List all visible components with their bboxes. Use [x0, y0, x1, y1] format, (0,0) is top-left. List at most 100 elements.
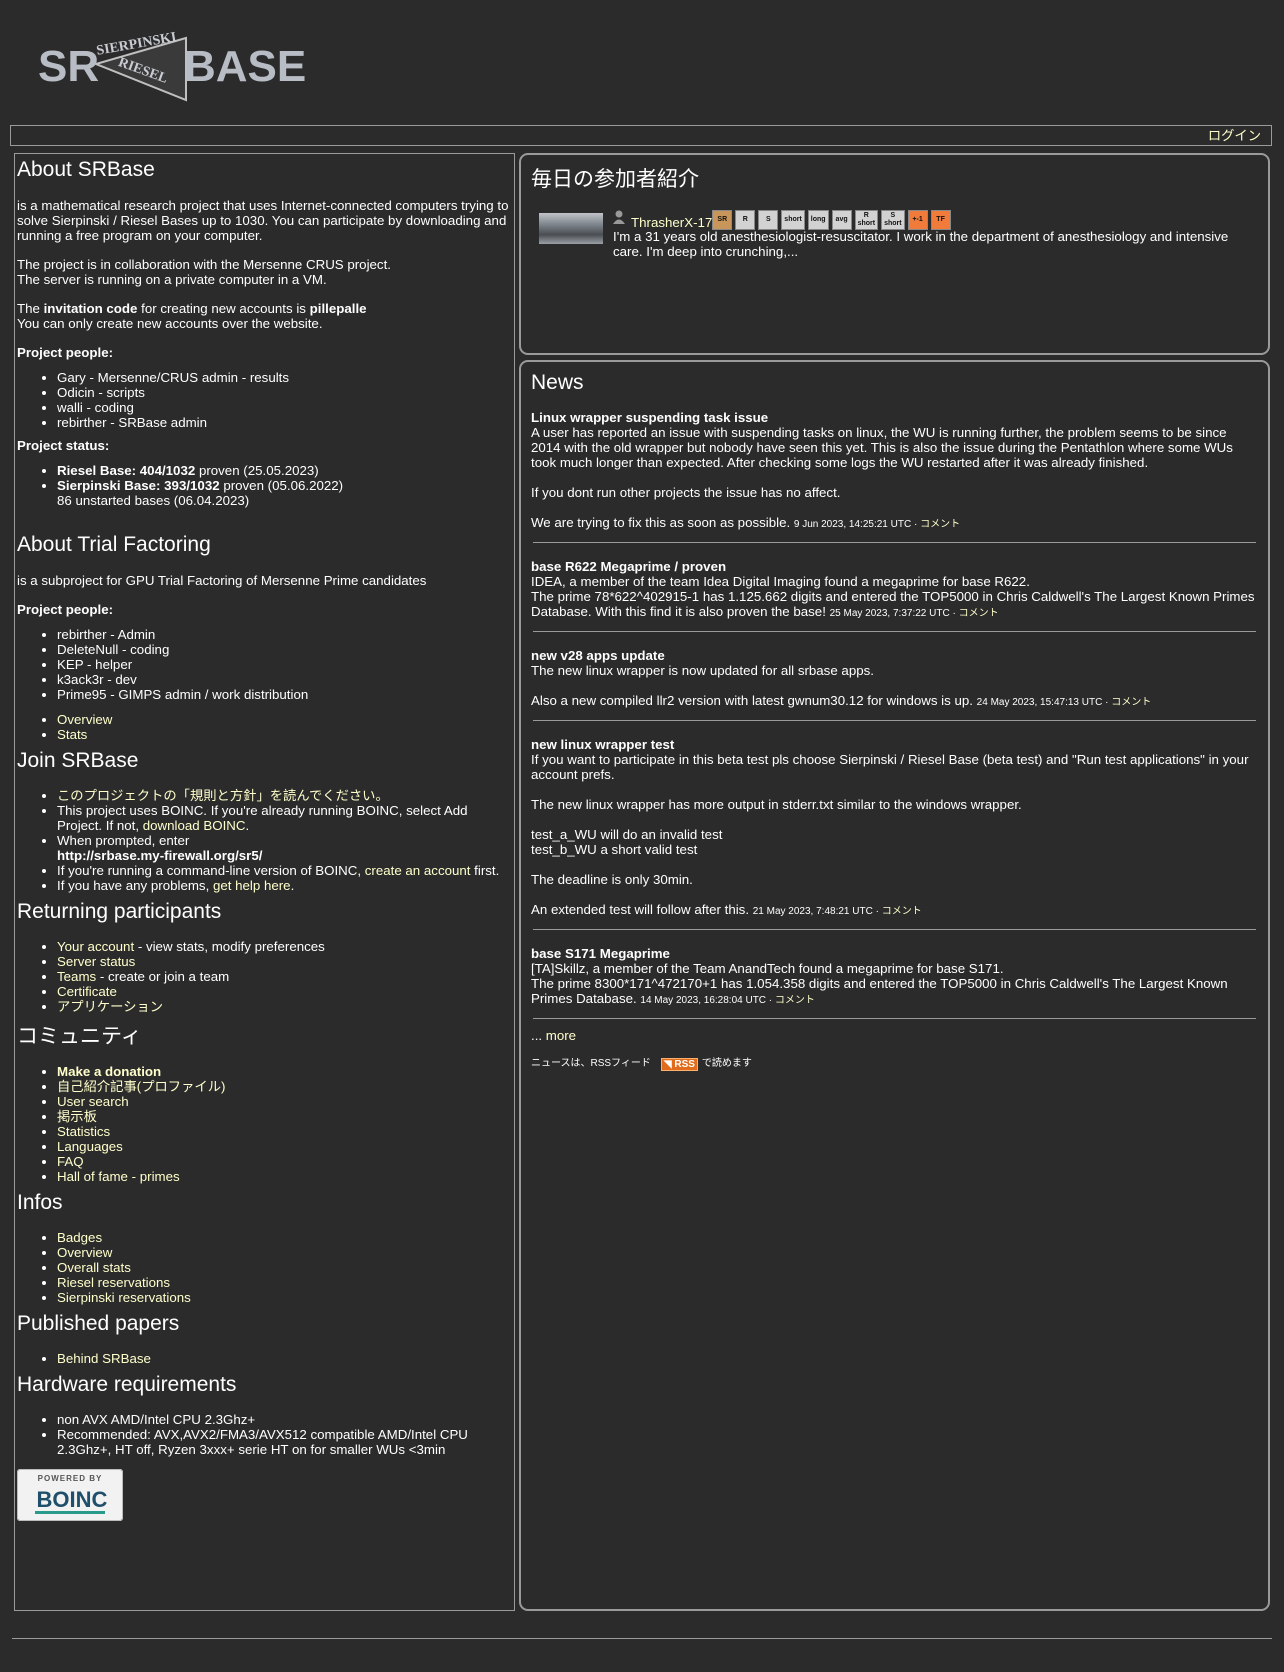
- list-item: Overview: [57, 712, 511, 727]
- participant-photo[interactable]: [539, 213, 603, 244]
- applications-link[interactable]: アプリケーション: [57, 999, 163, 1014]
- list-item: 自己紹介記事(プロファイル): [57, 1079, 511, 1094]
- powered-by-boinc-badge[interactable]: POWERED BY BOINC: [17, 1469, 123, 1521]
- list-item: User search: [57, 1094, 511, 1109]
- badge-long[interactable]: long: [807, 210, 829, 230]
- news-paragraph: An extended test will follow after this.…: [531, 902, 922, 917]
- news-item: new v28 apps update The new linux wrappe…: [531, 648, 1256, 710]
- rss-line: ニュースは、RSSフィード ◥ RSS で読めます: [531, 1056, 1256, 1071]
- badge-avg[interactable]: avg: [831, 210, 852, 230]
- more-news-link[interactable]: more: [546, 1028, 576, 1043]
- statistics-link[interactable]: Statistics: [57, 1124, 110, 1139]
- list-item: non AVX AMD/Intel CPU 2.3Ghz+: [57, 1412, 511, 1427]
- news-item: base R622 Megaprime / proven IDEA, a mem…: [531, 559, 1256, 621]
- badge-plus-minus-1[interactable]: +-1: [907, 210, 928, 230]
- rss-icon[interactable]: ◥ RSS: [660, 1058, 698, 1071]
- donation-link[interactable]: Make a donation: [57, 1064, 161, 1079]
- list-item: Hall of fame - primes: [57, 1169, 511, 1184]
- languages-link[interactable]: Languages: [57, 1139, 123, 1154]
- list-item: Make a donation: [57, 1064, 511, 1079]
- hall-of-fame-link[interactable]: Hall of fame - primes: [57, 1169, 180, 1184]
- badge-tf[interactable]: TF: [930, 210, 951, 230]
- daily-title: 毎日の参加者紹介: [531, 168, 699, 191]
- news-paragraph: A user has reported an issue with suspen…: [531, 425, 1233, 470]
- daily-participant-panel: 毎日の参加者紹介 ThrasherX-17 SR R S short long …: [519, 153, 1270, 355]
- trial-intro: is a subproject for GPU Trial Factoring …: [17, 573, 427, 588]
- news-item: base S171 Megaprime [TA]Skillz, a member…: [531, 946, 1256, 1008]
- list-item: Riesel Base: 404/1032 proven (25.05.2023…: [57, 463, 511, 478]
- news-paragraph: The new linux wrapper is now updated for…: [531, 663, 874, 678]
- infos-overview-link[interactable]: Overview: [57, 1245, 112, 1260]
- list-item: k3ack3r - dev: [57, 672, 511, 687]
- invitation-info: The invitation code for creating new acc…: [17, 301, 367, 331]
- list-item: DeleteNull - coding: [57, 642, 511, 657]
- list-item: KEP - helper: [57, 657, 511, 672]
- badge-r-short[interactable]: Rshort: [854, 210, 879, 230]
- certificate-link[interactable]: Certificate: [57, 984, 117, 999]
- returning-list: Your account - view stats, modify prefer…: [17, 939, 511, 1014]
- your-account-link[interactable]: Your account: [57, 939, 134, 954]
- riesel-reservations-link[interactable]: Riesel reservations: [57, 1275, 170, 1290]
- badge-r[interactable]: R: [735, 210, 756, 230]
- divider: [533, 542, 1256, 543]
- infos-list: Badges Overview Overall stats Riesel res…: [17, 1230, 511, 1305]
- left-column: About SRBase is a mathematical research …: [14, 153, 515, 1611]
- logo-base: BASE: [184, 42, 306, 91]
- trial-people-heading: Project people:: [17, 602, 114, 617]
- news-item: new linux wrapper test If you want to pa…: [531, 737, 1256, 919]
- news-paragraph: If you dont run other projects the issue…: [531, 485, 841, 500]
- news-item-title: new linux wrapper test: [531, 737, 675, 752]
- trial-people-list: rebirther - Admin DeleteNull - coding KE…: [17, 627, 511, 702]
- list-item: Languages: [57, 1139, 511, 1154]
- news-paragraph: test_a_WU will do an invalid test test_b…: [531, 827, 723, 857]
- more-news: ... more: [531, 1028, 577, 1043]
- badge-short[interactable]: short: [781, 210, 805, 230]
- join-list: このプロジェクトの「規則と方針」を読んでください。 This project u…: [17, 788, 511, 893]
- overview-link[interactable]: Overview: [57, 712, 112, 727]
- participant-name-link[interactable]: ThrasherX-17: [631, 215, 712, 230]
- behind-srbase-link[interactable]: Behind SRBase: [57, 1351, 151, 1366]
- teams-link[interactable]: Teams: [57, 969, 96, 984]
- rules-link[interactable]: このプロジェクトの「規則と方針」を読んでください。: [57, 788, 389, 803]
- comment-link[interactable]: コメント: [882, 906, 922, 917]
- forum-link[interactable]: 掲示板: [57, 1109, 97, 1124]
- about-collab: The project is in collaboration with the…: [17, 257, 391, 287]
- badge-sr[interactable]: SR: [712, 210, 733, 230]
- badge-s-short[interactable]: Sshort: [881, 210, 905, 230]
- srbase-logo[interactable]: SR BASE SIERPINSKI RIESEL: [36, 24, 306, 102]
- news-item: Linux wrapper suspending task issue A us…: [531, 410, 1256, 532]
- list-item: rebirther - SRBase admin: [57, 415, 511, 430]
- create-account-link[interactable]: create an account: [365, 863, 471, 878]
- news-panel: News Linux wrapper suspending task issue…: [519, 360, 1270, 1611]
- news-paragraph: Also a new compiled llr2 version with la…: [531, 693, 1152, 708]
- news-date: 24 May 2023, 15:47:13 UTC: [976, 697, 1103, 708]
- news-paragraph: The new linux wrapper has more output in…: [531, 797, 1022, 812]
- sierpinski-reservations-link[interactable]: Sierpinski reservations: [57, 1290, 191, 1305]
- comment-link[interactable]: コメント: [1111, 697, 1151, 708]
- comment-link[interactable]: コメント: [959, 608, 999, 619]
- stats-link[interactable]: Stats: [57, 727, 87, 742]
- profiles-link[interactable]: 自己紹介記事(プロファイル): [57, 1079, 225, 1094]
- badge-s[interactable]: S: [758, 210, 779, 230]
- list-item: FAQ: [57, 1154, 511, 1169]
- list-item: Behind SRBase: [57, 1351, 511, 1366]
- list-item: 掲示板: [57, 1109, 511, 1124]
- server-status-link[interactable]: Server status: [57, 954, 135, 969]
- badges-link[interactable]: Badges: [57, 1230, 102, 1245]
- comment-link[interactable]: コメント: [775, 995, 815, 1006]
- login-link[interactable]: ログイン: [1208, 128, 1261, 143]
- user-search-link[interactable]: User search: [57, 1094, 129, 1109]
- news-paragraph: We are trying to fix this as soon as pos…: [531, 515, 961, 530]
- news-title: News: [531, 371, 584, 394]
- news-date: 25 May 2023, 7:37:22 UTC: [829, 608, 950, 619]
- overall-stats-link[interactable]: Overall stats: [57, 1260, 131, 1275]
- get-help-link[interactable]: get help here: [213, 878, 291, 893]
- faq-link[interactable]: FAQ: [57, 1154, 84, 1169]
- list-item: walli - coding: [57, 400, 511, 415]
- news-paragraph: IDEA, a member of the team Idea Digital …: [531, 574, 1255, 619]
- list-item: Gary - Mersenne/CRUS admin - results: [57, 370, 511, 385]
- comment-link[interactable]: コメント: [920, 519, 960, 530]
- news-paragraph: The deadline is only 30min.: [531, 872, 693, 887]
- list-item: If you're running a command-line version…: [57, 863, 511, 878]
- download-boinc-link[interactable]: download BOINC: [143, 818, 246, 833]
